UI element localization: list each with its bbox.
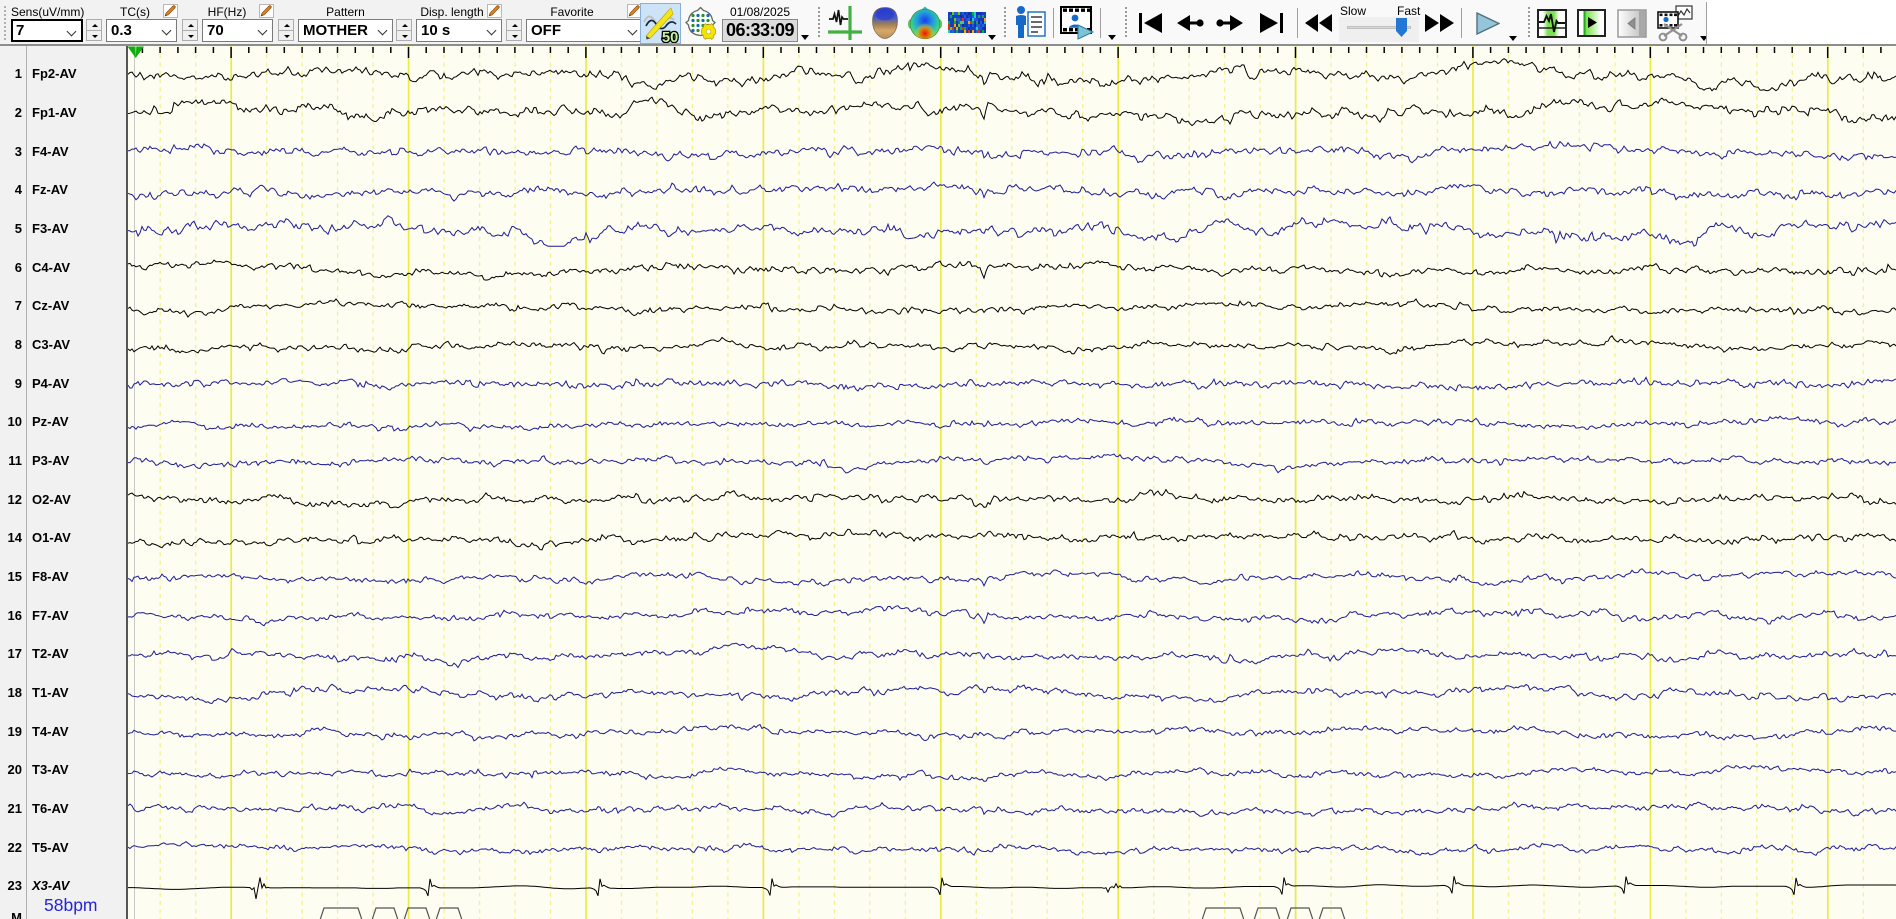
svg-text:50: 50 — [662, 30, 678, 43]
